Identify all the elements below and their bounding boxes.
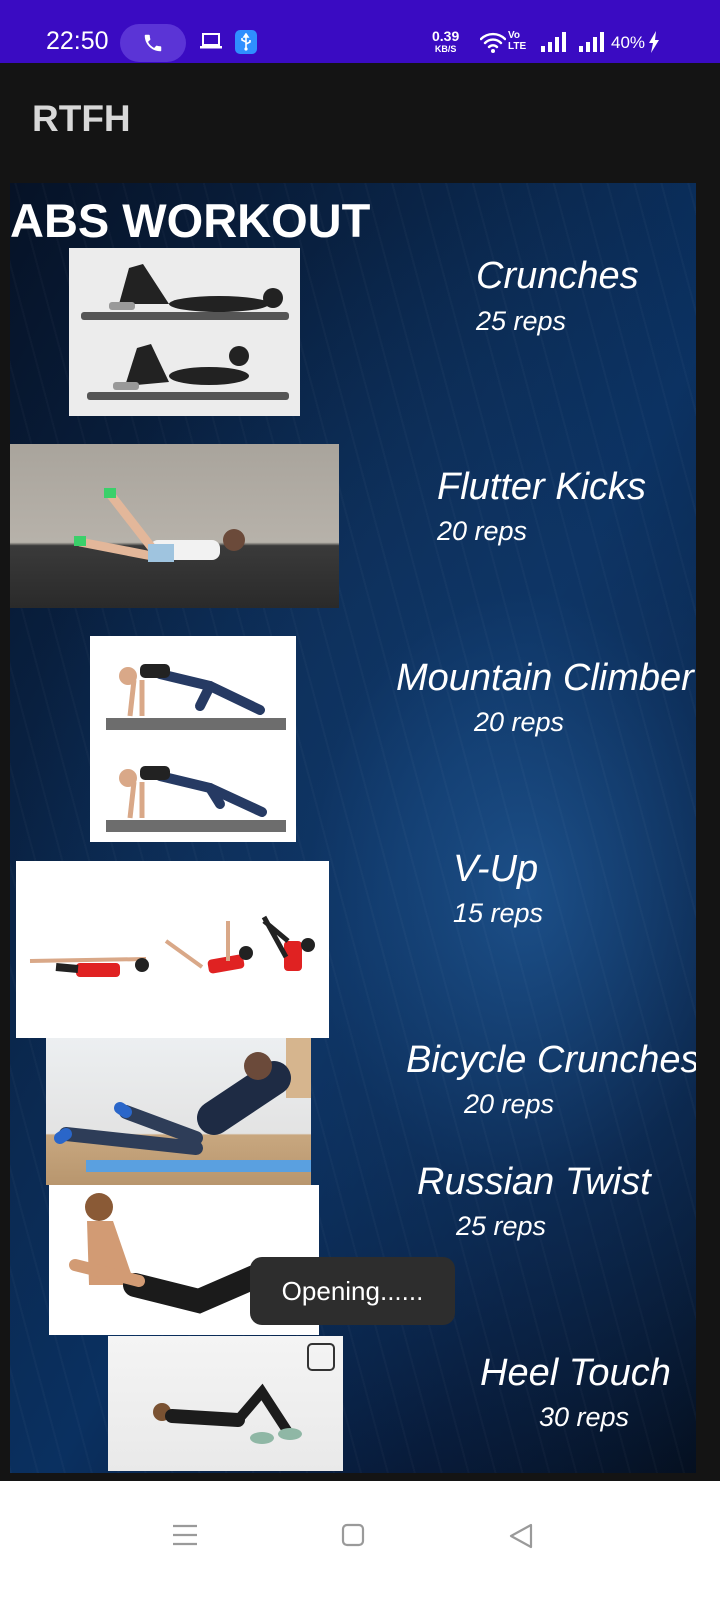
exercise-name[interactable]: Bicycle Crunches [406,1039,696,1082]
exercise-reps: 20 reps [437,516,528,546]
exercise-image-crunches[interactable] [69,248,300,416]
exercise-image-mountain-climber[interactable] [90,636,296,842]
network-speed-value: 0.39 [432,28,460,44]
page-title: ABS WORKOUT [10,194,371,247]
exercise-name[interactable]: Crunches [476,255,639,298]
exercise-image-flutter-kicks[interactable] [10,444,339,608]
exercise-name[interactable]: Heel Touch [480,1352,671,1395]
status-time: 22:50 [46,27,109,55]
app-bar: RTFH [0,63,720,183]
menu-icon[interactable] [172,1523,198,1552]
signal-icon [579,32,607,57]
exercise-name[interactable]: V-Up [453,848,538,891]
exercise-reps: 30 reps [539,1402,630,1432]
system-nav-bar [0,1481,720,1600]
exercise-name[interactable]: Russian Twist [417,1161,651,1204]
charging-bolt-icon [648,31,660,58]
network-speed-unit: KB/S [434,44,457,54]
wifi-icon [479,32,507,59]
volte-bottom: LTE [508,41,527,52]
laptop-icon [200,32,222,55]
exercise-reps: 20 reps [474,707,565,737]
exercise-reps: 20 reps [464,1089,555,1119]
battery-level: 40% [611,33,646,52]
phone-call-icon[interactable] [120,24,186,62]
exercise-name[interactable]: Mountain Climber [396,657,694,700]
exercise-reps: 25 reps [476,306,567,336]
signal-icon [541,32,569,57]
exercise-reps: 15 reps [453,898,544,928]
toast-message: Opening...... [250,1257,455,1325]
app-title: RTFH [32,98,131,139]
home-square-icon[interactable] [341,1523,365,1552]
usb-icon [235,30,257,54]
exercise-image-bicycle-crunches[interactable] [46,1038,311,1185]
network-speed: 0.39 KB/S [432,28,460,56]
volte-indicator: Vo LTE [508,30,526,52]
status-bar: 22:50 0.39 KB/S Vo LTE 40% [0,0,720,63]
back-triangle-icon[interactable] [508,1523,534,1554]
exercise-reps: 25 reps [456,1211,547,1241]
exercise-image-heel-touch[interactable] [108,1336,343,1471]
volte-top: Vo [508,30,521,41]
exercise-image-v-up[interactable] [16,861,329,1038]
exercise-name[interactable]: Flutter Kicks [437,466,646,509]
